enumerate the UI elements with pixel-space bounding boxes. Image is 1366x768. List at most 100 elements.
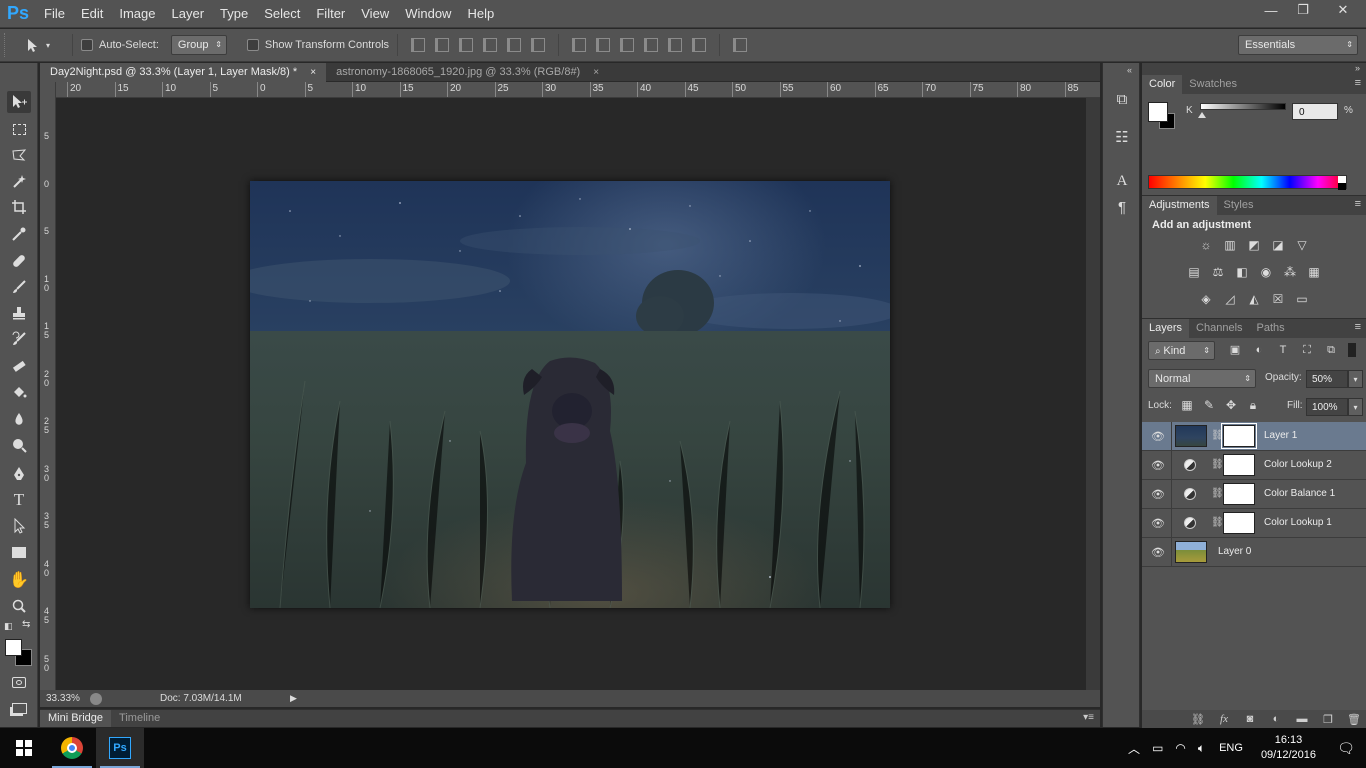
taskbar-chrome[interactable] (48, 728, 96, 768)
align-vcenter-icon[interactable] (435, 38, 450, 52)
show-transform-checkbox[interactable] (246, 39, 259, 51)
layer-mask-thumbnail[interactable] (1223, 454, 1255, 476)
zoom-tool[interactable] (7, 595, 31, 617)
restore-button[interactable]: ❐ (1288, 0, 1318, 20)
vertical-ruler[interactable]: 505101520253035404550 (40, 82, 56, 690)
workspace-dropdown[interactable]: Essentials ⇕ (1238, 35, 1358, 55)
new-group-folder-icon[interactable]: ▬ (1294, 713, 1310, 725)
panel-menu-icon[interactable]: ▾≡ (1083, 712, 1094, 723)
add-mask-icon[interactable]: ◙ (1242, 713, 1258, 725)
distribute-top-icon[interactable] (572, 38, 587, 52)
layer-mask-thumbnail[interactable] (1223, 512, 1255, 534)
tab-timeline[interactable]: Timeline (111, 710, 168, 727)
pen-tool[interactable] (7, 463, 31, 485)
layer-name[interactable]: Color Lookup 2 (1264, 459, 1332, 470)
align-bottom-icon[interactable] (459, 38, 474, 52)
new-adjustment-layer-icon[interactable]: ◐ (1268, 713, 1284, 725)
layer-name[interactable]: Layer 0 (1218, 546, 1251, 557)
menu-type[interactable]: Type (212, 0, 256, 28)
options-grip[interactable] (4, 33, 10, 57)
distribute-left-icon[interactable] (644, 38, 659, 52)
default-colors-icon[interactable]: ◧ (4, 621, 13, 632)
action-center-icon[interactable]: 🗨︎ (1326, 740, 1366, 757)
type-tool[interactable]: T (7, 489, 31, 511)
adjustment-filter-icon[interactable]: ◐ (1252, 343, 1266, 357)
threshold-icon[interactable]: ◭ (1246, 292, 1262, 306)
close-button[interactable]: ✕ (1320, 0, 1366, 20)
pixel-filter-icon[interactable]: ▣ (1228, 343, 1242, 357)
volume-icon[interactable]: 🔈︎ (1198, 741, 1205, 756)
tab-color[interactable]: Color (1142, 75, 1183, 94)
gradient-map-icon[interactable]: ▭ (1294, 292, 1310, 306)
layer-mask-thumbnail[interactable] (1221, 423, 1257, 449)
tab-styles[interactable]: Styles (1217, 196, 1261, 215)
blend-mode-dropdown[interactable]: Normal ⇕ (1148, 369, 1256, 388)
menu-edit[interactable]: Edit (73, 0, 111, 28)
tab-swatches[interactable]: Swatches (1182, 75, 1244, 94)
smart-object-filter-icon[interactable]: ⧉ (1324, 343, 1338, 357)
menu-layer[interactable]: Layer (164, 0, 213, 28)
color-spectrum-ramp[interactable] (1148, 175, 1347, 190)
magic-wand-tool[interactable] (7, 170, 31, 192)
layer-row-color-lookup-1[interactable]: 👁︎ ⛓ Color Lookup 1 (1142, 509, 1366, 538)
vibrance-icon[interactable]: ▽ (1294, 238, 1310, 252)
taskbar-photoshop[interactable]: Ps (96, 728, 144, 768)
layer-name[interactable]: Layer 1 (1264, 430, 1297, 441)
history-panel-icon[interactable]: ⧉ (1111, 89, 1133, 109)
move-tool-preset[interactable]: ▾ (24, 37, 64, 53)
visibility-eye-icon[interactable]: 👁︎ (1151, 459, 1165, 472)
mask-link-icon[interactable]: ⛓ (1211, 459, 1224, 470)
visibility-eye-icon[interactable]: 👁︎ (1151, 517, 1165, 530)
layer-name[interactable]: Color Lookup 1 (1264, 517, 1332, 528)
color-panel-foreground-swatch[interactable] (1148, 102, 1168, 122)
posterize-icon[interactable]: ◿ (1222, 292, 1238, 306)
menu-file[interactable]: File (36, 0, 73, 28)
menu-select[interactable]: Select (256, 0, 308, 28)
panel-menu-icon[interactable]: ≡ (1355, 198, 1361, 210)
menu-help[interactable]: Help (459, 0, 502, 28)
lock-all-icon[interactable]: 🔒︎ (1246, 398, 1260, 412)
layer-row-color-balance-1[interactable]: 👁︎ ⛓ Color Balance 1 (1142, 480, 1366, 509)
eyedropper-tool[interactable] (7, 223, 31, 245)
layer-row-layer-0[interactable]: 👁︎ Layer 0 (1142, 538, 1366, 567)
crop-tool[interactable] (7, 196, 31, 218)
curves-icon[interactable]: ◩ (1246, 238, 1262, 252)
properties-panel-icon[interactable]: ☷ (1111, 127, 1133, 147)
quick-mask-button[interactable] (7, 671, 31, 693)
layer-filter-kind-dropdown[interactable]: ⌕ Kind ⇕ (1148, 341, 1215, 360)
battery-icon[interactable]: ▭ (1152, 741, 1163, 755)
align-right-icon[interactable] (531, 38, 546, 52)
eraser-tool[interactable] (7, 355, 31, 377)
invert-icon[interactable]: ◈ (1198, 292, 1214, 306)
new-layer-icon[interactable]: ❐ (1320, 713, 1336, 726)
horizontal-ruler[interactable]: 20 15 10 5 0 5 10 15 20 25 30 35 40 45 50 55 60 65 70 75 80 8… (56, 82, 1100, 98)
filter-toggle-icon[interactable] (1348, 343, 1356, 357)
brush-tool[interactable] (7, 276, 31, 298)
start-button[interactable] (0, 728, 48, 768)
lock-transparent-icon[interactable]: ▦ (1180, 398, 1194, 412)
lock-image-icon[interactable]: ✎ (1202, 398, 1216, 412)
auto-select-checkbox[interactable] (81, 39, 93, 51)
canvas-area[interactable] (56, 98, 1086, 690)
auto-align-icon[interactable] (733, 38, 748, 52)
character-panel-icon[interactable]: A (1111, 171, 1133, 191)
layer-row-layer-1[interactable]: 👁︎ ⛓ Layer 1 (1142, 422, 1366, 451)
black-white-icon[interactable]: ◧ (1234, 265, 1250, 279)
path-selection-tool[interactable] (7, 515, 31, 537)
fill-input[interactable]: 100% (1306, 398, 1348, 416)
k-channel-slider[interactable] (1200, 103, 1286, 110)
tab-day2night[interactable]: Day2Night.psd @ 33.3% (Layer 1, Layer Ma… (40, 63, 327, 82)
marquee-tool[interactable] (7, 118, 31, 140)
opacity-input[interactable]: 50% (1306, 370, 1348, 388)
hand-tool[interactable]: ✋ (7, 569, 31, 591)
tab-astronomy[interactable]: astronomy-1868065_1920.jpg @ 33.3% (RGB/… (326, 63, 609, 82)
history-brush-tool[interactable] (7, 328, 31, 350)
clock[interactable]: 16:13 09/12/2016 (1261, 733, 1316, 763)
collapse-panels-icon[interactable]: » (1355, 63, 1360, 73)
auto-select-dropdown[interactable]: Group ⇕ (170, 35, 227, 55)
lock-position-icon[interactable]: ✥ (1224, 398, 1238, 412)
menu-filter[interactable]: Filter (308, 0, 353, 28)
move-tool[interactable] (7, 91, 31, 113)
brightness-icon[interactable]: ☼ (1198, 238, 1214, 252)
type-filter-icon[interactable]: T (1276, 343, 1290, 357)
